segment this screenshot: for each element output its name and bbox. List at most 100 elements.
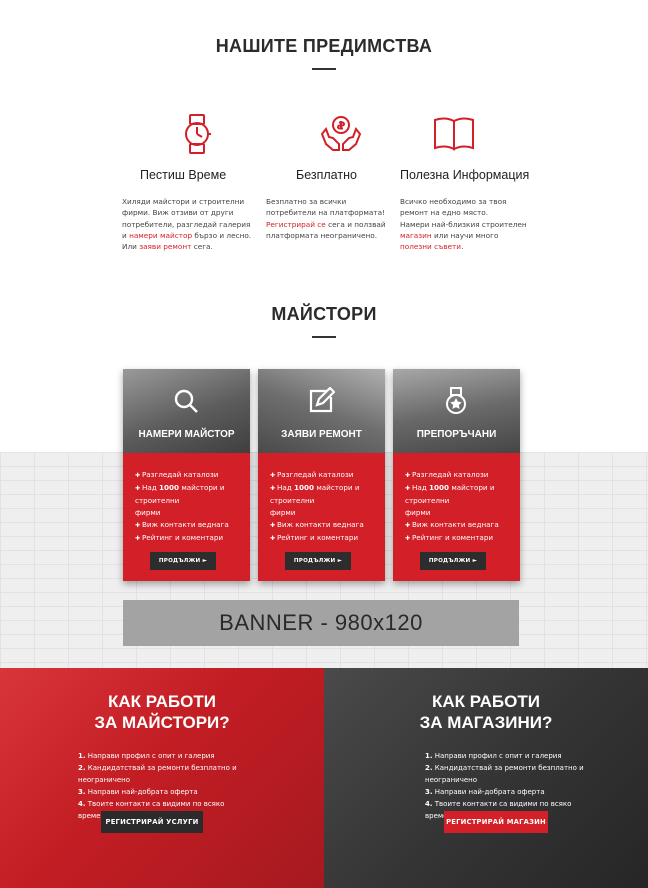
text-segment: строителни [135,496,180,505]
text-segment: 1000 [429,483,450,492]
advantage-text: Хиляди майстори и строителни фирми. Виж о… [122,196,272,252]
inline-link[interactable]: Регистрирай се [266,220,326,229]
text-segment: 2. [78,764,86,772]
text-segment: Виж контакти веднага [411,520,499,529]
text-segment: 1. [78,752,86,760]
card-bullet: ✚ Разгледай каталози [270,469,379,482]
ad-banner[interactable]: BANNER - 980x120 [123,600,519,646]
plus-icon: ✚ [270,485,277,492]
text-segment: 3. [425,788,433,796]
text-segment: платформата неограничено. [266,230,378,240]
text-segment: 1000 [294,483,315,492]
medal-icon [446,387,466,414]
how-step: 1. Направи профил с опит и галерия [78,750,238,762]
inline-link[interactable]: полезни съвети [400,242,461,251]
edit-icon [309,387,335,413]
continue-button[interactable]: ПРОДЪЛЖИ ► [420,552,486,570]
how-step: 2. Кандидатствай за ремонти безплатно и [425,762,585,774]
card-bullet: фирми [405,507,514,519]
text-segment: фирми [270,508,296,517]
register-shop-button[interactable]: РЕГИСТРИРАЙ МАГАЗИН [444,811,548,833]
text-segment: 4. [78,800,86,808]
text-segment: майстори и [179,483,225,492]
text-segment: . [461,242,464,252]
text-segment: бързо и лесно. [192,230,252,240]
how-masters-title: КАК РАБОТИ ЗА МАЙСТОРИ? [0,691,324,733]
card-recommended[interactable]: ПРЕПОРЪЧАНИ ✚ Разгледай каталози ✚ Над 10… [393,369,520,581]
text-segment: строителни [405,496,450,505]
card-bullet: ✚ Рейтинг и коментари [135,532,244,545]
plus-icon: ✚ [135,472,142,479]
how-step: 2. Кандидатствай за ремонти безплатно и [78,762,238,774]
text-segment: потребители, разгледай галерия [122,219,251,229]
card-bullet: строителни [270,495,379,507]
continue-button[interactable]: ПРОДЪЛЖИ ► [150,552,216,570]
how-title-line: КАК РАБОТИ [108,692,216,711]
how-step: 3. Направи най-добрата оферта [425,786,585,798]
advantage-save-time: Пестиш Време Хиляди майстори и строителн… [122,112,272,252]
card-photo: НАМЕРИ МАЙСТОР [123,369,250,453]
text-segment: Рейтинг и коментари [411,533,494,542]
plus-icon: ✚ [135,485,142,492]
continue-button[interactable]: ПРОДЪЛЖИ ► [285,552,351,570]
text-segment: Разгледай каталози [411,470,489,479]
text-segment: 2. [425,764,433,772]
text-segment: сега. [191,242,213,252]
advantage-useful-info: Полезна Информация Всичко необходимо за … [400,112,550,252]
open-book-icon [434,117,474,151]
text-segment: неограничено [78,776,131,784]
plus-icon: ✚ [270,522,277,529]
text-segment: Твоите контакти са видими по всяко [432,800,572,808]
inline-link[interactable]: заяви ремонт [139,242,191,251]
how-step: 4. Твоите контакти са видими по всяко [425,798,585,810]
card-photo: ЗАЯВИ РЕМОНТ [258,369,385,453]
text-segment: 1000 [159,483,180,492]
plus-icon: ✚ [405,535,412,542]
card-bullet: ✚ Разгледай каталози [135,469,244,482]
advantage-title: Полезна Информация [400,168,530,182]
hands-coin-icon [320,116,362,151]
register-services-button[interactable]: РЕГИСТРИРАЙ УСЛУГИ [101,811,203,833]
card-find-master[interactable]: НАМЕРИ МАЙСТОР ✚ Разгледай каталози ✚ Над… [123,369,250,581]
text-segment: Или [122,242,140,252]
how-step: 4. Твоите контакти са видими по всяко [78,798,238,810]
text-segment: Над [276,483,295,492]
card-request-repair[interactable]: ЗАЯВИ РЕМОНТ ✚ Разгледай каталози ✚ Над 1… [258,369,385,581]
card-bullet: ✚ Виж контакти веднага [135,519,244,532]
card-bullet: фирми [270,507,379,519]
text-segment: Кандидатствай за ремонти безплатно и [432,764,584,772]
text-segment: Твоите контакти са видими по всяко [85,800,225,808]
plus-icon: ✚ [405,522,412,529]
text-segment: Безплатно за всички [266,197,347,206]
card-bullets: ✚ Разгледай каталози ✚ Над 1000 майстори … [135,469,244,545]
text-segment: Виж контакти веднага [141,520,229,529]
card-label: НАМЕРИ МАЙСТОР [138,429,235,440]
card-bullet: фирми [135,507,244,519]
advantage-title: Безплатно [296,168,357,182]
text-segment: строителни [270,496,315,505]
text-segment: фирми [135,508,161,517]
masters-title-rule [312,336,336,338]
how-it-works-masters: КАК РАБОТИ ЗА МАЙСТОРИ? 1. Направи профи… [0,668,324,888]
text-segment: Рейтинг и коментари [276,533,359,542]
text-segment: неограничено [425,776,478,784]
text-segment: майстори и [314,483,360,492]
text-segment: Направи най-добрата оферта [85,788,198,796]
inline-link[interactable]: магазин [400,231,432,240]
how-shops-title: КАК РАБОТИ ЗА МАГАЗИНИ? [324,691,648,733]
how-step: 1. Направи профил с опит и галерия [425,750,585,762]
card-bullet: ✚ Над 1000 майстори и [270,482,379,495]
text-segment: 1. [425,752,433,760]
watch-icon [185,114,211,154]
card-photo: ПРЕПОРЪЧАНИ [393,369,520,453]
text-segment: Разгледай каталози [141,470,219,479]
card-bullet: ✚ Рейтинг и коментари [270,532,379,545]
masters-title: МАЙСТОРИ [271,304,377,324]
inline-link[interactable]: намери майстор [129,231,192,240]
text-segment: Направи най-добрата оферта [432,788,545,796]
text-segment: Намери най-близкия строителен [400,219,527,229]
text-segment: 3. [78,788,86,796]
text-segment: време [78,812,101,820]
text-segment: Кандидатствай за ремонти безплатно и [85,764,237,772]
card-bullet: ✚ Над 1000 майстори и [135,482,244,495]
